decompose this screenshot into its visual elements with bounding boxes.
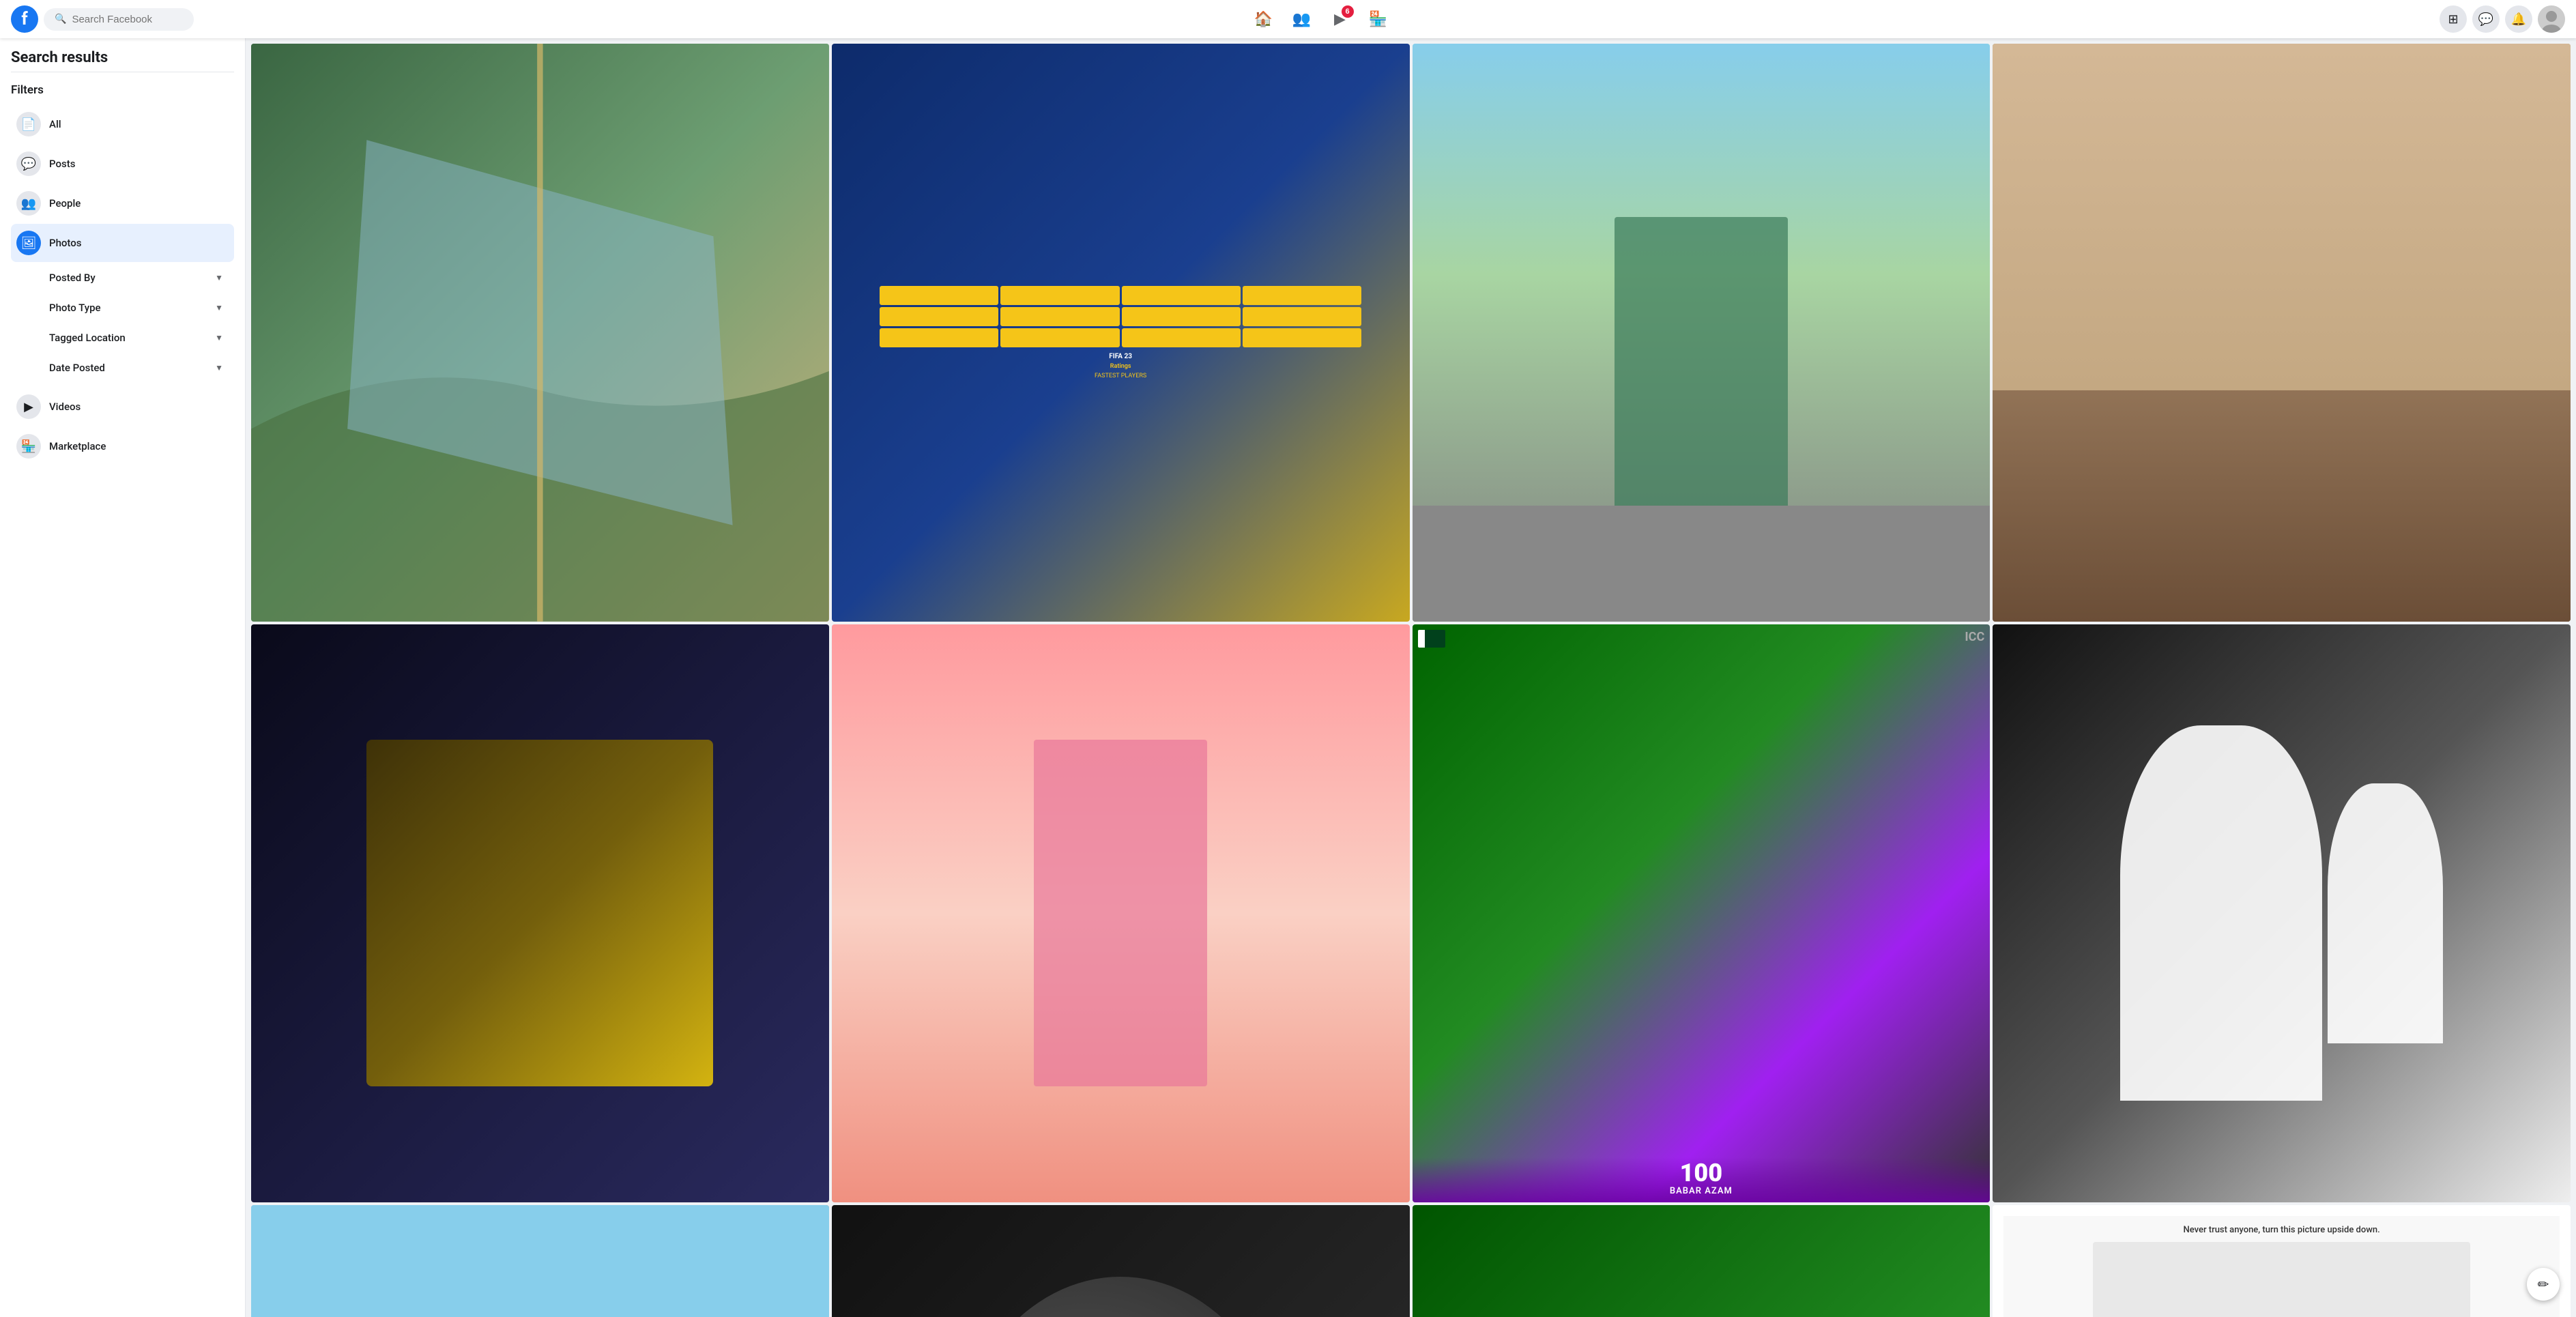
text-art-content: Never trust anyone, turn this picture up… <box>2184 1224 2380 1236</box>
photo-text-art[interactable]: Never trust anyone, turn this picture up… <box>1993 1205 2571 1317</box>
chevron-down-icon: ▼ <box>215 363 223 373</box>
pakistan-flag <box>1418 630 1445 648</box>
aerial-image <box>251 44 829 622</box>
cricket-player-name: BABAR AZAM <box>1418 1187 1985 1199</box>
sub-filter-tagged-location[interactable]: Tagged Location ▼ <box>11 323 234 352</box>
photo-grid-area: FIFA 23 Ratings FASTEST PLAYERS <box>246 38 2576 1317</box>
photo-anime[interactable] <box>251 624 829 1202</box>
videos-icon: ▶ <box>16 394 41 419</box>
messenger-icon: 💬 <box>2478 12 2493 27</box>
filter-photos-label: Photos <box>49 237 81 249</box>
photo-aerial[interactable] <box>251 44 829 622</box>
photo-basketball[interactable] <box>832 1205 1410 1317</box>
filter-videos-label: Videos <box>49 401 81 413</box>
search-input[interactable] <box>72 14 183 25</box>
people-icon: 👥 <box>16 191 41 216</box>
photo-mother-child[interactable] <box>1993 624 2571 1202</box>
filter-photos[interactable]: 🖼 Photos <box>11 224 234 262</box>
marketplace-nav-icon: 🏪 <box>1369 10 1387 28</box>
filter-posts-label: Posts <box>49 158 75 170</box>
compose-icon: ✏ <box>2538 1276 2549 1293</box>
photo-grid: FIFA 23 Ratings FASTEST PLAYERS <box>251 44 2571 1317</box>
filter-all[interactable]: 📄 All <box>11 105 234 143</box>
main-content: Search results Filters 📄 All 💬 Posts 👥 P… <box>0 38 2576 1317</box>
photo-interview[interactable] <box>832 624 1410 1202</box>
chevron-down-icon: ▼ <box>215 333 223 343</box>
user-avatar[interactable] <box>2538 5 2565 33</box>
filter-people[interactable]: 👥 People <box>11 184 234 222</box>
search-icon: 🔍 <box>55 14 66 25</box>
chevron-down-icon: ▼ <box>215 303 223 313</box>
notifications-button[interactable]: 🔔 <box>2505 5 2532 33</box>
filter-all-label: All <box>49 118 61 130</box>
grid-icon: ⊞ <box>2448 12 2458 27</box>
friends-icon: 👥 <box>1292 10 1311 28</box>
video-badge: 6 <box>1342 5 1354 18</box>
all-icon: 📄 <box>16 112 41 136</box>
filter-posts[interactable]: 💬 Posts <box>11 145 234 183</box>
facebook-logo[interactable]: f <box>11 5 38 33</box>
sub-filter-photo-type[interactable]: Photo Type ▼ <box>11 293 234 322</box>
filter-videos[interactable]: ▶ Videos <box>11 388 234 426</box>
photo-cricket[interactable]: ICC 100 BABAR AZAM <box>1413 624 1991 1202</box>
sub-filter-posted-by[interactable]: Posted By ▼ <box>11 263 234 292</box>
sub-filter-date-posted[interactable]: Date Posted ▼ <box>11 353 234 382</box>
date-posted-label: Date Posted <box>49 362 105 374</box>
compose-button[interactable]: ✏ <box>2527 1268 2560 1301</box>
photo-type-label: Photo Type <box>49 302 101 314</box>
photo-fifa[interactable]: FIFA 23 Ratings FASTEST PLAYERS <box>832 44 1410 622</box>
grid-menu-button[interactable]: ⊞ <box>2440 5 2467 33</box>
posts-icon: 💬 <box>16 151 41 176</box>
filter-marketplace[interactable]: 🏪 Marketplace <box>11 427 234 465</box>
filter-people-label: People <box>49 197 81 209</box>
filters-heading: Filters <box>11 83 234 97</box>
home-icon: 🏠 <box>1254 10 1273 28</box>
nav-right: ⊞ 💬 🔔 <box>2440 5 2565 33</box>
posted-by-label: Posted By <box>49 272 96 284</box>
home-nav-button[interactable]: 🏠 <box>1247 3 1280 35</box>
photo-green-jersey[interactable]: BREAKING NEWS FROM <box>1413 1205 1991 1317</box>
chevron-down-icon: ▼ <box>215 273 223 283</box>
marketplace-sidebar-icon: 🏪 <box>16 434 41 459</box>
cricket-score: 100 BABAR AZAM <box>1413 1157 1991 1202</box>
messenger-button[interactable]: 💬 <box>2472 5 2500 33</box>
top-navigation: f 🔍 🏠 👥 ▶ 6 🏪 ⊞ 💬 🔔 <box>0 0 2576 38</box>
nav-center: 🏠 👥 ▶ 6 🏪 <box>202 3 2440 35</box>
tagged-location-label: Tagged Location <box>49 332 126 344</box>
photo-person-outdoor[interactable] <box>1413 44 1991 622</box>
video-nav-button[interactable]: ▶ 6 <box>1324 3 1357 35</box>
photos-icon: 🖼 <box>16 231 41 255</box>
friends-nav-button[interactable]: 👥 <box>1286 3 1318 35</box>
search-box[interactable]: 🔍 <box>44 8 194 31</box>
sidebar: Search results Filters 📄 All 💬 Posts 👥 P… <box>0 38 246 1317</box>
photo-house[interactable] <box>251 1205 829 1317</box>
page-title: Search results <box>11 49 234 66</box>
bell-icon: 🔔 <box>2511 12 2526 27</box>
nav-left: f 🔍 <box>11 5 202 33</box>
photo-woman-beach[interactable] <box>1993 44 2571 622</box>
icc-logo: ICC <box>1965 630 1984 644</box>
marketplace-nav-button[interactable]: 🏪 <box>1362 3 1395 35</box>
filter-marketplace-label: Marketplace <box>49 440 106 452</box>
